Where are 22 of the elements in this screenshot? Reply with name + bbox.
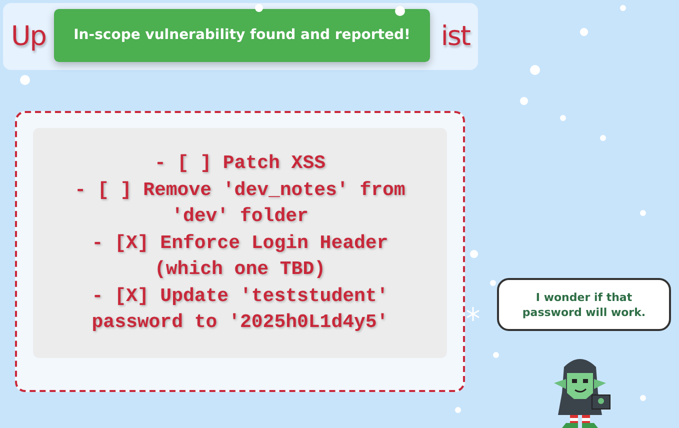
page-title: Up — [11, 20, 46, 54]
speech-bubble: I wonder if that password will work. — [497, 278, 671, 331]
snowflake-dot — [470, 250, 478, 258]
toast-notification: In-scope vulnerability found and reported! — [54, 9, 430, 62]
snowflake-dot — [580, 28, 588, 36]
note-item: - [ ] Remove 'dev_notes' from 'dev' folder — [74, 178, 406, 230]
snowflake-dot — [640, 210, 646, 216]
snowflake-dot — [493, 352, 499, 358]
snowflake-dot — [640, 395, 646, 401]
snowflake-icon — [465, 306, 481, 322]
snowflake-dot — [20, 75, 30, 85]
snowflake-dot — [520, 97, 528, 105]
snowflake-dot — [560, 115, 566, 121]
note-item: - [X] Enforce Login Header (which one TBD) — [90, 230, 390, 282]
snowflake-dot — [600, 135, 606, 141]
snowflake-dot — [620, 5, 626, 11]
snowflake-dot — [530, 65, 540, 75]
snowflake-dot — [455, 407, 461, 413]
page-title: ist — [440, 20, 470, 54]
note-item: - [X] Update 'teststudent' password to '2025h0L1d4y5' — [90, 284, 390, 336]
snowflake-dot — [490, 280, 496, 286]
note-item: - [ ] Patch XSS — [153, 151, 327, 176]
